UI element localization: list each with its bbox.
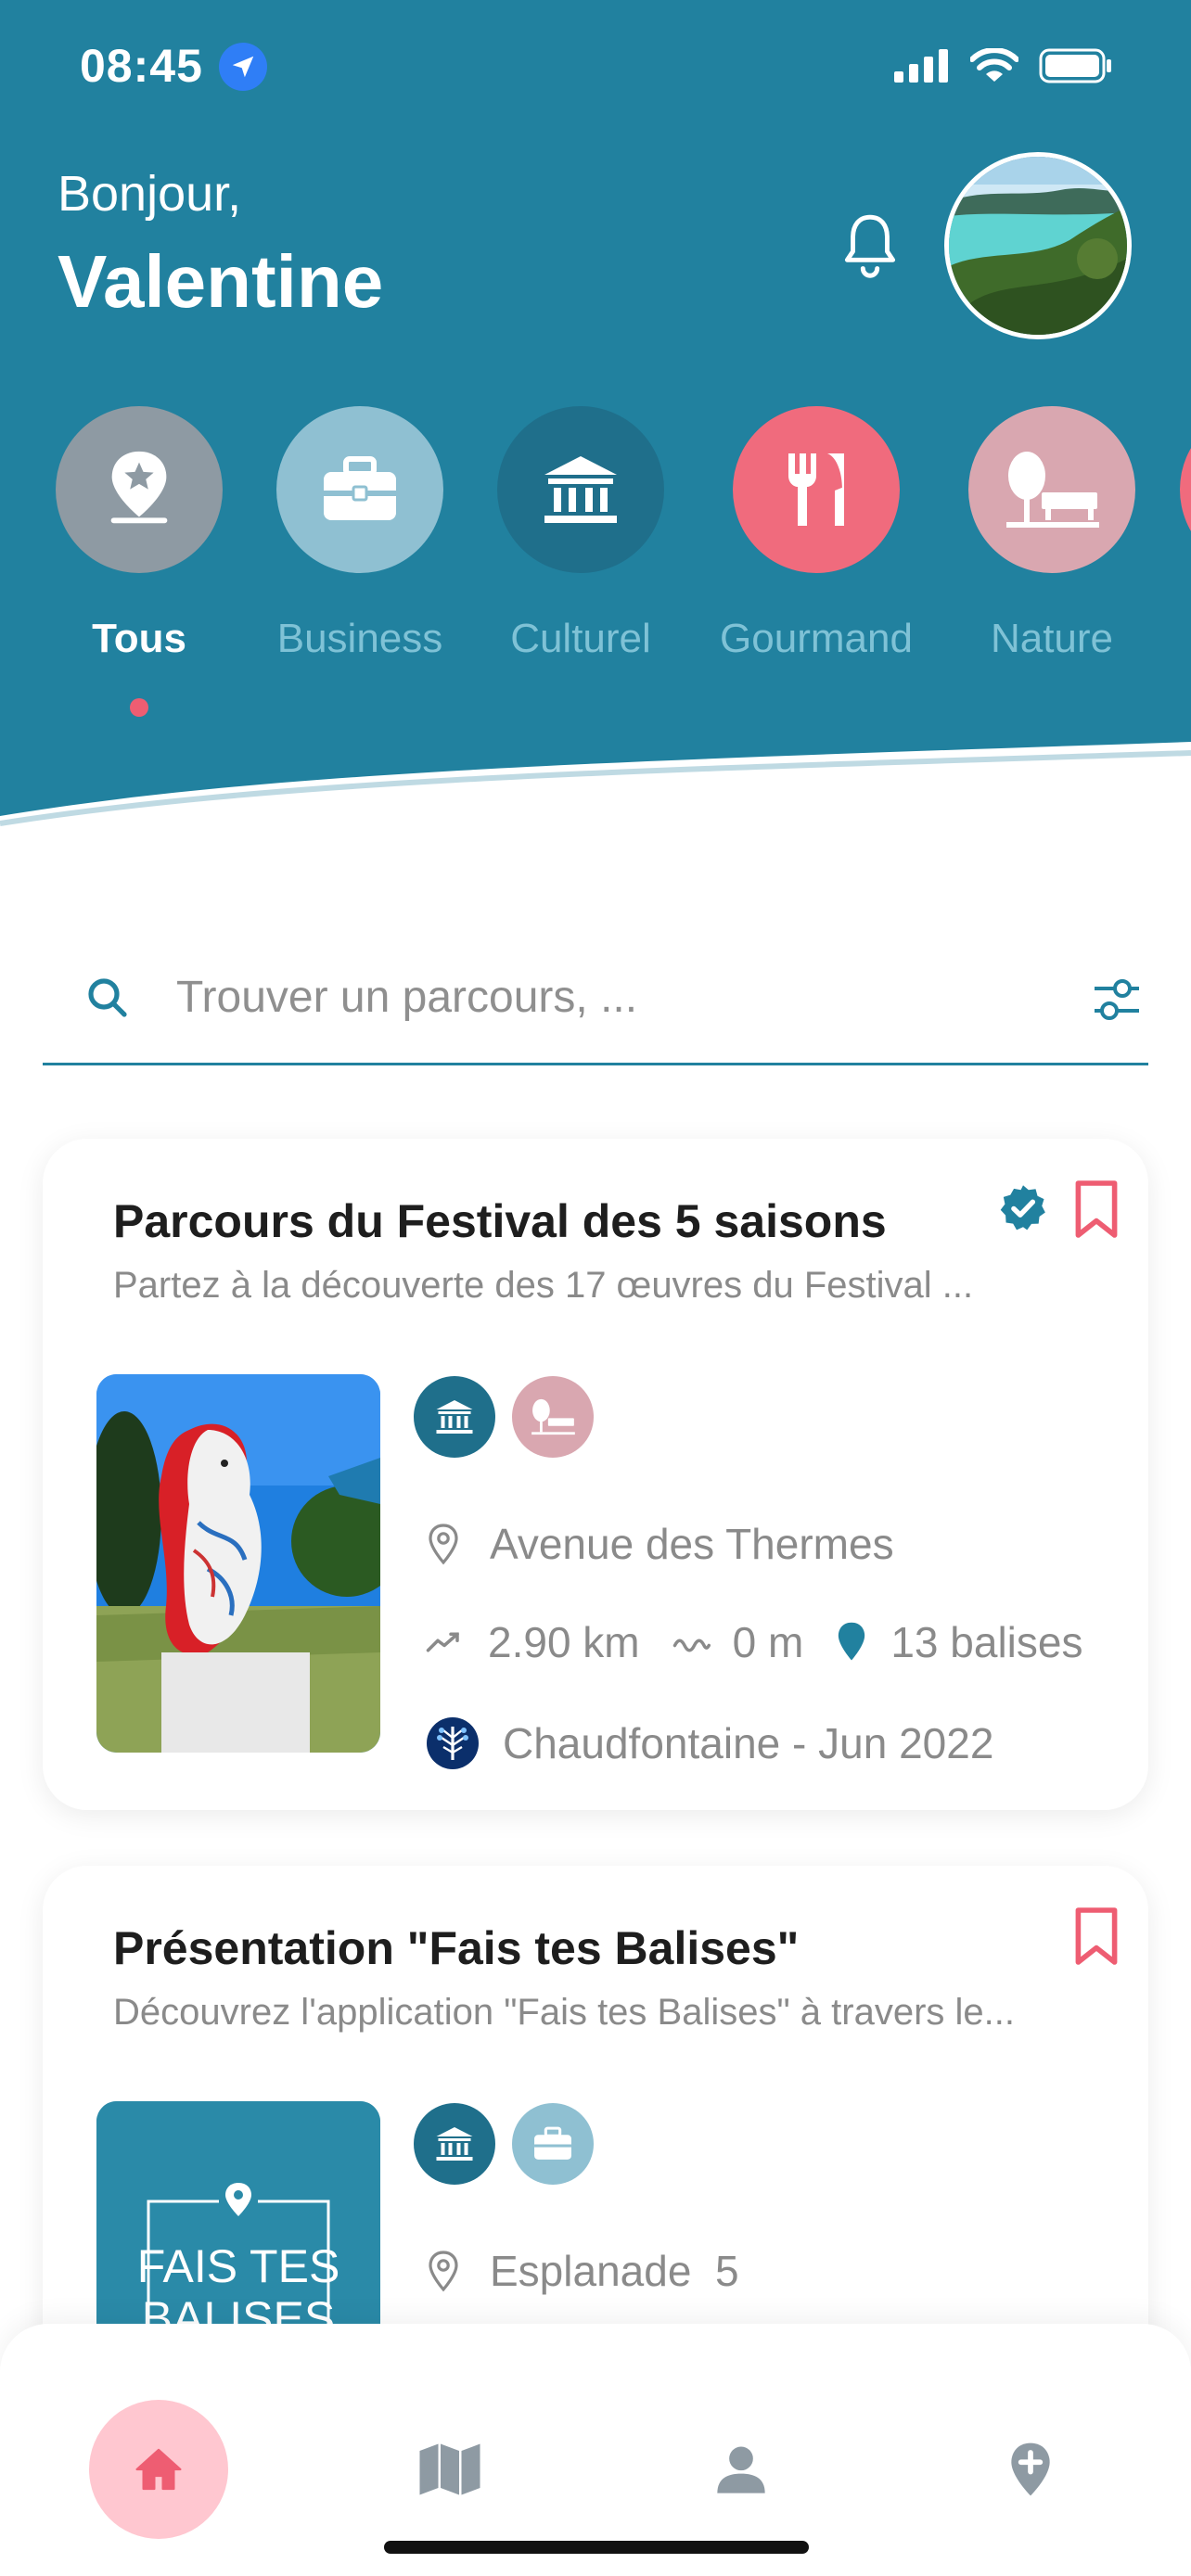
distance-text: 2.90 km xyxy=(488,1618,640,1666)
search-input[interactable] xyxy=(174,959,1013,1035)
profile-icon xyxy=(717,2446,765,2493)
author-row: Chaudfontaine - Jun 2022 xyxy=(425,1715,993,1771)
tree-bench-icon xyxy=(968,406,1135,573)
tab-add-location[interactable] xyxy=(961,2400,1100,2539)
route-card[interactable]: Parcours du Festival des 5 saisons Parte… xyxy=(43,1139,1148,1810)
beacon-pin-icon xyxy=(835,1621,868,1664)
category-label: Nature xyxy=(990,616,1114,661)
location-row: Avenue des Thermes xyxy=(425,1519,894,1569)
category-nature[interactable]: Nature xyxy=(968,406,1135,661)
tab-map[interactable] xyxy=(380,2400,519,2539)
briefcase-icon xyxy=(512,2103,594,2185)
fork-knife-icon xyxy=(733,406,900,573)
tree-bench-icon xyxy=(512,1376,594,1458)
bell-icon[interactable] xyxy=(835,211,905,290)
avatar[interactable] xyxy=(944,152,1132,339)
route-thumbnail xyxy=(96,1374,380,1753)
card-subtitle: Découvrez l'application "Fais tes Balise… xyxy=(113,1992,1015,2033)
active-indicator xyxy=(130,698,148,717)
location-row: Esplanade 5 xyxy=(425,2246,739,2296)
location-text: Avenue des Thermes xyxy=(490,1520,894,1568)
home-indicator xyxy=(384,2541,809,2554)
thumb-text-line1: FAIS TES xyxy=(136,2240,340,2292)
category-business[interactable]: Business xyxy=(276,406,443,661)
bookmark-icon[interactable] xyxy=(1070,1905,1122,1972)
card-title: Parcours du Festival des 5 saisons xyxy=(113,1195,887,1247)
tab-home[interactable] xyxy=(89,2400,228,2539)
card-tags xyxy=(414,1376,594,1458)
greeting-text: Bonjour, xyxy=(58,166,242,222)
museum-icon xyxy=(414,2103,495,2185)
category-culturel[interactable]: Culturel xyxy=(497,406,664,661)
card-subtitle: Partez à la découverte des 17 œuvres du … xyxy=(113,1265,974,1306)
map-pin-outline-icon xyxy=(425,2249,462,2293)
beacons-text: 13 balises xyxy=(890,1618,1083,1666)
tab-bar xyxy=(0,2324,1191,2576)
category-gourmand[interactable]: Gourmand xyxy=(720,406,913,661)
tab-profile[interactable] xyxy=(672,2400,811,2539)
map-pin-outline-icon xyxy=(425,1522,462,1566)
elevation-icon xyxy=(672,1632,711,1652)
category-list: Tous Business Culturel Gourmand Nature xyxy=(0,406,1191,740)
user-name: Valentine xyxy=(58,240,384,323)
elevation-text: 0 m xyxy=(732,1618,804,1666)
map-icon xyxy=(419,2443,480,2495)
signal-icon xyxy=(894,49,948,83)
verified-badge-icon xyxy=(998,1183,1048,1238)
distance-icon xyxy=(425,1628,464,1656)
briefcase-icon xyxy=(276,406,443,573)
author-text: Chaudfontaine - Jun 2022 xyxy=(503,1719,994,1767)
card-title: Présentation "Fais tes Balises" xyxy=(113,1922,800,1974)
museum-icon xyxy=(414,1376,495,1458)
category-tous[interactable]: Tous xyxy=(56,406,223,717)
card-tags xyxy=(414,2103,594,2185)
home-icon xyxy=(135,2448,182,2491)
search-icon xyxy=(85,976,130,1025)
category-next-partial[interactable] xyxy=(1180,406,1191,573)
bookmark-icon[interactable] xyxy=(1070,1178,1122,1245)
search-bar xyxy=(43,937,1148,1065)
location-arrow-icon xyxy=(219,43,267,91)
add-location-icon xyxy=(1011,2442,1050,2496)
status-time: 08:45 xyxy=(80,40,203,92)
wifi-icon xyxy=(970,48,1018,82)
museum-icon xyxy=(497,406,664,573)
location-text: Esplanade 5 xyxy=(490,2247,739,2295)
filter-icon[interactable] xyxy=(1091,976,1143,1028)
battery-icon xyxy=(1039,48,1111,83)
stats-row: 2.90 km 0 m 13 balises xyxy=(425,1617,1082,1667)
map-pin-star-icon xyxy=(56,406,223,573)
status-bar: 08:45 xyxy=(0,0,1191,130)
author-logo-icon xyxy=(425,1715,480,1771)
